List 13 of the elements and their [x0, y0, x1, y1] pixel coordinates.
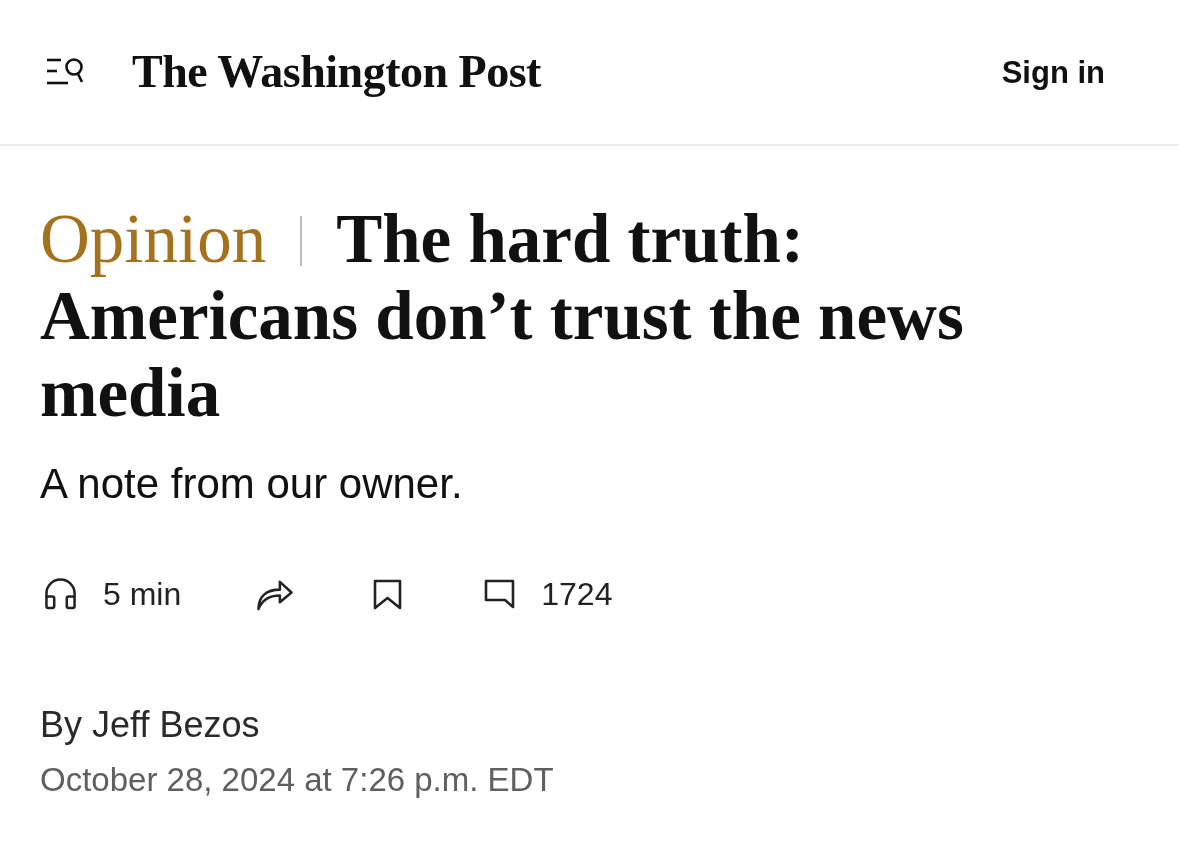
bookmark-icon [373, 578, 403, 610]
newspaper-logo[interactable]: The Washington Post [132, 49, 541, 95]
save-button[interactable] [373, 578, 403, 610]
comments-button[interactable]: 1724 [484, 578, 613, 610]
timestamp: October 28, 2024 at 7:26 p.m. EDT [40, 761, 555, 799]
subheadline: A note from our owner. [40, 460, 464, 508]
headline: Opinion The hard truth: Americans don’t trust the news media [40, 201, 965, 432]
speech-bubble-icon [484, 579, 516, 609]
listen-button[interactable]: 5 min [44, 578, 182, 610]
sign-in-button[interactable]: Sign in [1001, 56, 1105, 88]
byline: By Jeff Bezos [40, 704, 261, 746]
section-label[interactable]: Opinion [40, 201, 267, 277]
headphones-icon [44, 578, 77, 610]
